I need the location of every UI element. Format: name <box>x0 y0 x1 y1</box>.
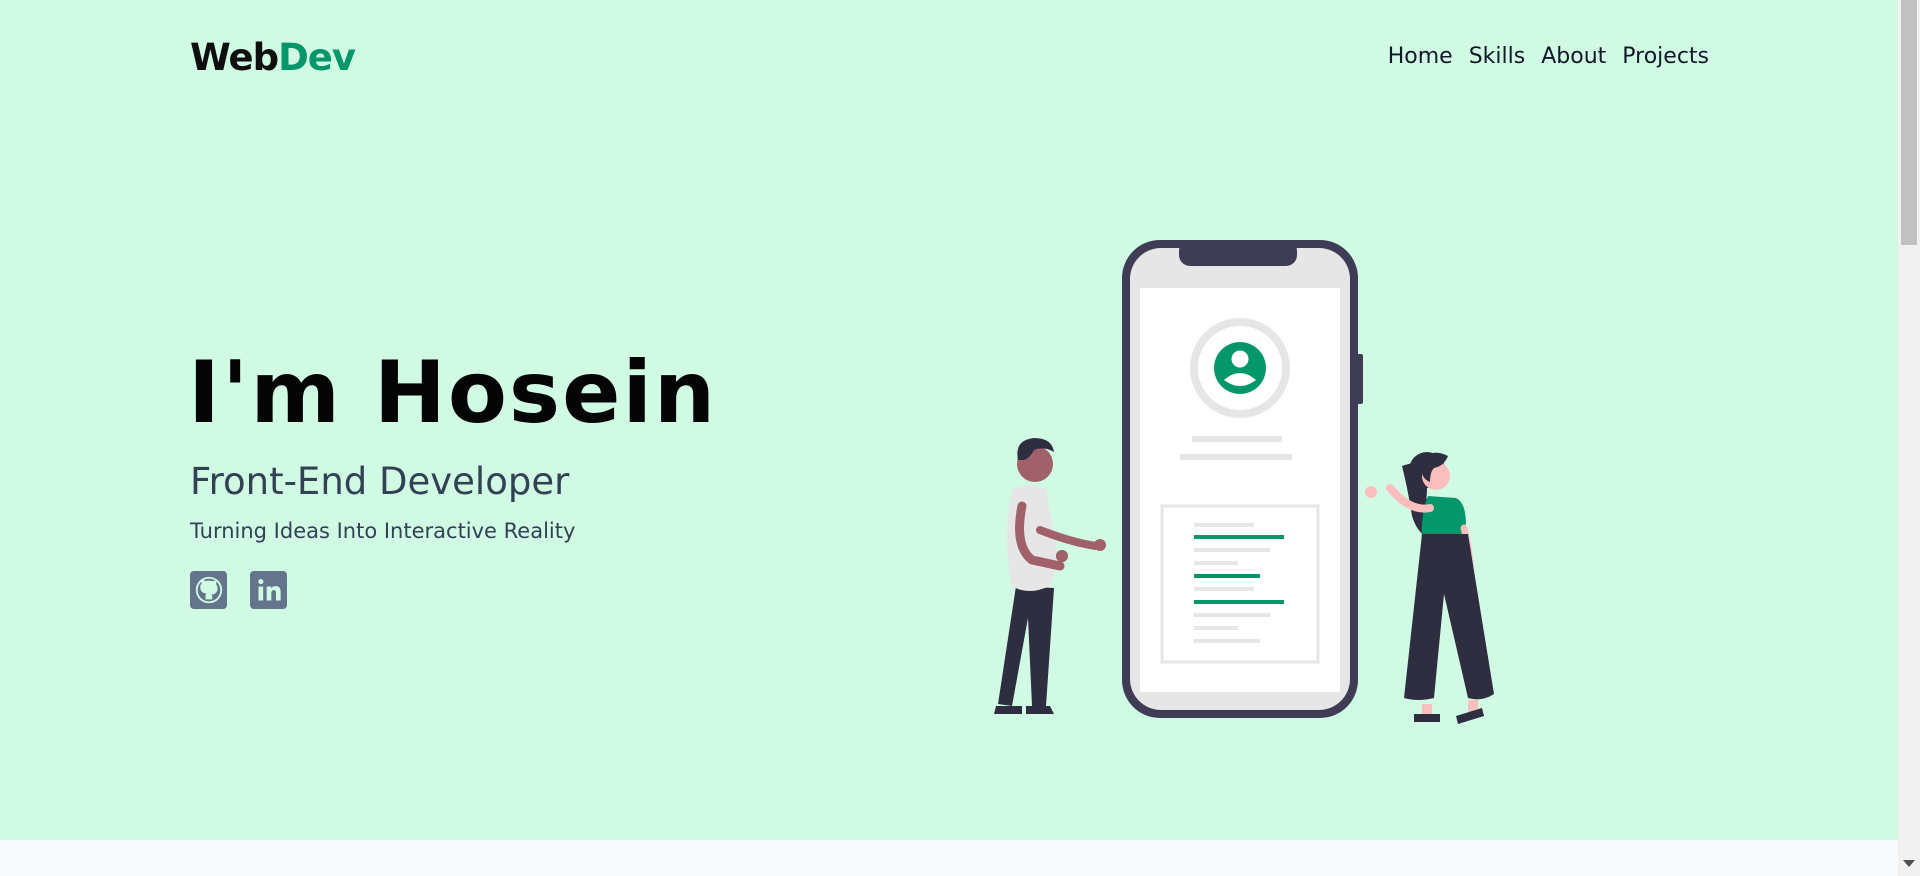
linkedin-icon <box>257 579 281 601</box>
main-nav: Home Skills About Projects <box>1388 44 1709 69</box>
logo-main: Web <box>190 36 279 79</box>
hero-tagline: Turning Ideas Into Interactive Reality <box>190 519 576 543</box>
social-links <box>190 571 287 609</box>
phone-illustration <box>1122 240 1363 718</box>
scroll-down-arrow-icon[interactable] <box>1903 860 1915 867</box>
github-link[interactable] <box>190 571 227 609</box>
nav-home-link[interactable]: Home <box>1388 44 1453 69</box>
nav-skills-link[interactable]: Skills <box>1469 44 1526 69</box>
next-section <box>0 840 1898 876</box>
scrollbar-thumb[interactable] <box>1901 0 1917 245</box>
hero-illustration <box>994 240 1494 724</box>
nav-about-link[interactable]: About <box>1541 44 1606 69</box>
linkedin-link[interactable] <box>250 571 287 609</box>
hero-role: Front-End Developer <box>190 460 570 503</box>
logo[interactable]: WebDev <box>190 36 356 79</box>
nav-projects-link[interactable]: Projects <box>1622 44 1709 69</box>
github-icon <box>195 576 222 604</box>
logo-accent: Dev <box>278 36 356 79</box>
woman-illustration <box>1365 452 1494 724</box>
man-illustration <box>994 438 1106 714</box>
profile-icon <box>1214 342 1266 394</box>
page: WebDev Home Skills About Projects I'm Ho… <box>0 0 1898 876</box>
hero-title: I'm Hosein <box>188 343 718 443</box>
